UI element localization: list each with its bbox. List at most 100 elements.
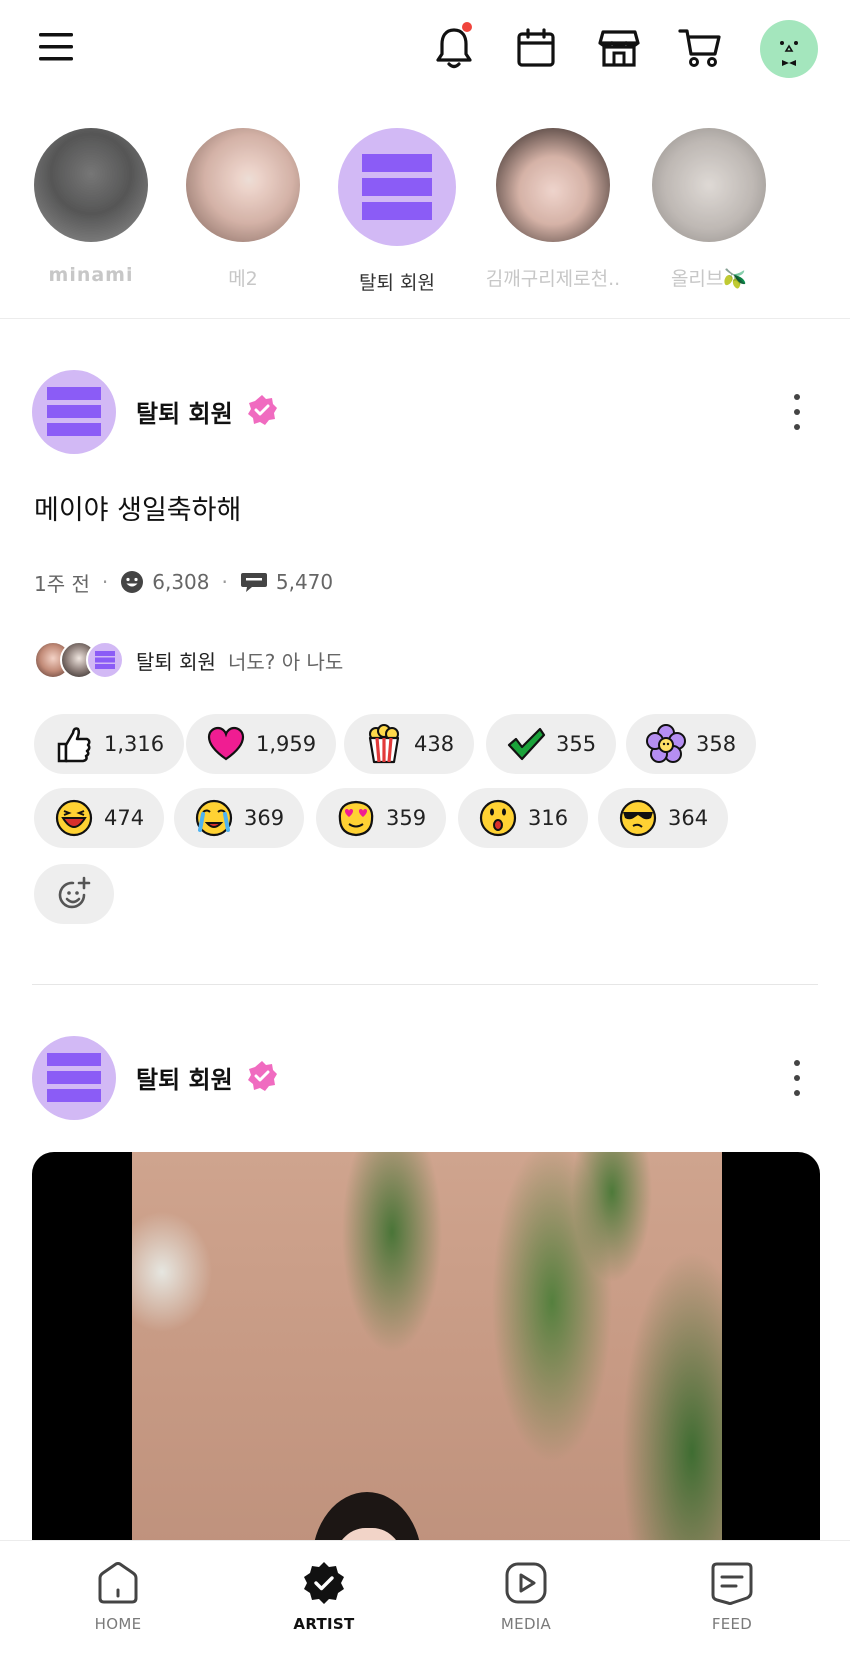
story-name: minami <box>48 264 134 286</box>
nav-home[interactable]: HOME <box>58 1559 178 1633</box>
nav-feed[interactable]: FEED <box>672 1559 792 1633</box>
post-media[interactable] <box>32 1152 820 1572</box>
calendar-icon <box>517 28 555 67</box>
comment-count-icon <box>240 570 268 594</box>
reaction-chip[interactable]: 1,316 <box>34 714 185 774</box>
divider <box>0 318 850 319</box>
story-name: 올리브🫒 <box>670 268 748 290</box>
reaction-count: 364 <box>668 806 709 830</box>
post-meta: 1주 전 · 6,308 · 5,470 <box>34 568 333 596</box>
post-author-avatar[interactable] <box>32 370 116 454</box>
story-name: 메2 <box>228 268 258 290</box>
reaction-chip[interactable]: 364 <box>598 788 729 848</box>
like-count: 6,308 <box>152 570 210 594</box>
heart-icon <box>206 724 246 764</box>
post-body-text: 메이야 생일축하해 <box>34 495 242 526</box>
bottom-navigation: HOME ARTIST MEDIA FEED <box>0 1540 850 1660</box>
add-reaction-button[interactable] <box>34 864 114 924</box>
post-header: 탈퇴 회원 <box>32 370 822 456</box>
reaction-count: 369 <box>244 806 285 830</box>
story-item[interactable]: 메2 <box>168 128 318 291</box>
menu-button[interactable] <box>34 24 80 70</box>
popcorn-icon <box>364 724 404 764</box>
reaction-count: 358 <box>696 732 737 756</box>
reaction-count: 438 <box>414 732 455 756</box>
story-avatar <box>338 128 456 246</box>
laughing-face-icon <box>54 798 94 838</box>
reaction-chip[interactable]: 359 <box>316 788 447 848</box>
add-emoji-icon <box>58 876 91 909</box>
post-author-name[interactable]: 탈퇴 회원 <box>136 394 233 429</box>
withdrawn-member-icon <box>95 651 115 669</box>
withdrawn-member-icon <box>47 387 101 436</box>
flower-icon <box>646 724 686 764</box>
reaction-chip[interactable]: 438 <box>344 714 475 774</box>
post-more-button[interactable] <box>782 1056 812 1100</box>
meta-separator: · <box>101 570 109 594</box>
friends-name: 탈퇴 회원 <box>136 649 216 674</box>
shop-button[interactable] <box>594 24 644 72</box>
reaction-chip[interactable]: 474 <box>34 788 165 848</box>
reaction-chip[interactable]: 1,959 <box>186 714 337 774</box>
story-item[interactable]: minami <box>16 128 166 286</box>
notification-dot <box>462 22 472 32</box>
story-item[interactable]: 올리브🫒 <box>634 128 784 291</box>
smiley-character-icon <box>780 41 798 66</box>
shop-icon <box>598 30 640 67</box>
play-icon <box>502 1559 550 1607</box>
more-dot-icon <box>794 409 800 415</box>
story-avatar <box>496 128 610 242</box>
post-author-avatar[interactable] <box>32 1036 116 1120</box>
nav-media[interactable]: MEDIA <box>466 1559 586 1633</box>
reaction-count: 1,959 <box>256 732 317 756</box>
calendar-button[interactable] <box>512 24 560 72</box>
comment-count: 5,470 <box>275 570 334 594</box>
bell-icon <box>436 28 472 69</box>
more-dot-icon <box>794 1090 800 1096</box>
withdrawn-member-icon <box>362 154 432 220</box>
post-more-button[interactable] <box>782 390 812 434</box>
story-item-active[interactable]: 탈퇴 회원 <box>322 128 472 295</box>
post-author-name[interactable]: 탈퇴 회원 <box>136 1060 233 1095</box>
reaction-chip[interactable]: 369 <box>174 788 305 848</box>
withdrawn-member-icon <box>47 1053 101 1102</box>
verified-badge-icon <box>300 1559 348 1607</box>
reaction-chip[interactable]: 355 <box>486 714 617 774</box>
cart-icon <box>678 29 721 67</box>
profile-avatar[interactable] <box>760 20 818 78</box>
more-dot-icon <box>794 1075 800 1081</box>
like-count-icon <box>120 570 144 594</box>
cart-button[interactable] <box>674 24 726 72</box>
reaction-count: 474 <box>104 806 145 830</box>
reaction-count: 355 <box>556 732 597 756</box>
divider <box>32 984 818 985</box>
verified-badge-icon <box>248 395 277 425</box>
reaction-chip[interactable]: 358 <box>626 714 757 774</box>
post-time: 1주 전 <box>34 571 90 596</box>
story-avatar <box>186 128 300 242</box>
sunglasses-face-icon <box>618 798 658 838</box>
nav-label: FEED <box>711 1615 753 1633</box>
notifications-button[interactable] <box>430 22 478 74</box>
crying-face-icon <box>194 798 234 838</box>
reaction-chip[interactable]: 316 <box>458 788 589 848</box>
post-header: 탈퇴 회원 <box>32 1036 822 1122</box>
friends-message: 너도? 아 나도 <box>227 649 344 674</box>
story-item[interactable]: 김깨구리제로천.. <box>478 128 628 291</box>
friend-avatar <box>86 641 124 679</box>
top-bar <box>0 0 850 100</box>
nav-label: ARTIST <box>293 1615 355 1633</box>
story-name: 탈퇴 회원 <box>359 272 435 294</box>
story-avatar <box>34 128 148 242</box>
story-avatar <box>652 128 766 242</box>
nav-label: HOME <box>94 1615 142 1633</box>
more-dot-icon <box>794 424 800 430</box>
feed-icon <box>708 1559 756 1607</box>
reaction-count: 316 <box>528 806 569 830</box>
nav-artist[interactable]: ARTIST <box>264 1559 384 1633</box>
more-dot-icon <box>794 394 800 400</box>
reaction-count: 1,316 <box>104 732 165 756</box>
friends-activity[interactable]: 탈퇴 회원 너도? 아 나도 <box>34 640 343 680</box>
more-dot-icon <box>794 1060 800 1066</box>
post-photo <box>132 1152 722 1572</box>
